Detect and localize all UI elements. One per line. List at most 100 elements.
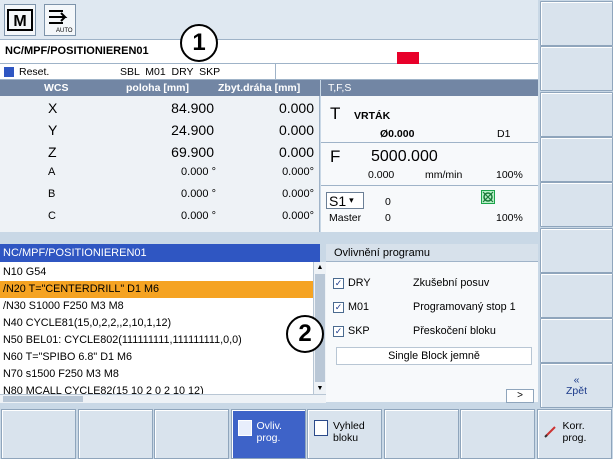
horizontal-softkey-2[interactable] xyxy=(77,409,153,459)
axis-row: Z 69.900 0.000 xyxy=(0,141,320,163)
softkey-korr[interactable]: Korr. prog. xyxy=(536,409,612,459)
axis-distance-to-go: 0.000° xyxy=(282,188,314,200)
spindle-master-value: 0 xyxy=(385,212,391,224)
option-label: Programovaný stop 1 xyxy=(413,301,516,313)
vertical-softkey-4[interactable] xyxy=(540,136,613,182)
program-line[interactable]: N60 T="SPIBO 6.8" D1 M6 xyxy=(3,349,313,366)
axis-name: Z xyxy=(48,144,57,160)
axis-distance-to-go: 0.000 xyxy=(278,122,314,138)
option-code: M01 xyxy=(348,301,370,313)
softkey-vyhled[interactable]: Vyhled bloku xyxy=(307,409,382,459)
option-code: DRY xyxy=(348,277,371,289)
vertical-softkey-6[interactable] xyxy=(540,227,613,273)
callout-1: 1 xyxy=(180,24,218,62)
channel-status-row: Reset. SBL M01 DRY SKP xyxy=(0,64,538,80)
program-line[interactable]: N10 G54 xyxy=(3,264,313,281)
more-button[interactable]: > xyxy=(506,389,534,403)
feed-actual: 0.000 xyxy=(368,169,395,181)
axis-name: X xyxy=(48,100,58,116)
hmi-screen: M AUTO NC/MPF/POSITIONIEREN01 Reset. SBL… xyxy=(0,0,613,459)
vertical-softkey-8[interactable] xyxy=(540,318,613,364)
vertical-softkey-7[interactable] xyxy=(540,272,613,318)
checkbox-skp[interactable]: ✓ xyxy=(333,326,344,337)
axis-row: Y 24.900 0.000 xyxy=(0,119,320,141)
spindle-override: 100% xyxy=(496,212,523,224)
axes-header: WCS poloha [mm] Zbyt.dráha [mm] xyxy=(0,80,320,96)
horizontal-softkey-3[interactable] xyxy=(154,409,229,459)
program-line-selected[interactable]: /N20 T="CENTERDRILL" D1 M6 xyxy=(0,281,313,298)
svg-text:M: M xyxy=(13,13,26,30)
axis-name: Y xyxy=(48,122,58,138)
axis-distance-to-go: 0.000° xyxy=(282,166,314,178)
top-status-bar xyxy=(0,0,538,40)
program-path-row: NC/MPF/POSITIONIEREN01 xyxy=(0,40,538,64)
program-header: NC/MPF/POSITIONIEREN01 xyxy=(0,244,320,262)
vertical-softkey-1[interactable] xyxy=(540,1,613,46)
reset-status: Reset. xyxy=(19,66,50,78)
program-line[interactable]: N40 CYCLE81(15,0,2,2,,2,10,1,12) xyxy=(3,315,313,332)
auto-label: AUTO xyxy=(56,28,73,34)
chevron-down-icon: ▾ xyxy=(349,195,354,205)
horizontal-softkey-1[interactable] xyxy=(1,409,76,459)
vertical-softkey-3[interactable] xyxy=(540,91,613,137)
axis-position: 24.900 xyxy=(171,122,214,138)
program-path: NC/MPF/POSITIONIEREN01 xyxy=(5,45,149,57)
wcs-label: WCS xyxy=(44,82,69,94)
scroll-down-icon[interactable]: ▼ xyxy=(315,384,325,394)
axis-distance-to-go: 0.000 xyxy=(278,100,314,116)
reset-status-icon xyxy=(4,67,14,77)
checkbox-m01[interactable]: ✓ xyxy=(333,302,344,313)
vertical-softkey-2[interactable] xyxy=(540,46,613,92)
axis-distance-to-go: 0.000 xyxy=(278,144,314,160)
axis-name: A xyxy=(48,166,56,178)
axis-position: 0.000 ° xyxy=(181,188,216,200)
program-header-path: NC/MPF/POSITIONIEREN01 xyxy=(3,247,147,259)
auto-mode-icon[interactable]: AUTO xyxy=(44,4,76,36)
spindle-speed: 0 xyxy=(385,196,391,208)
feed-unit: mm/min xyxy=(425,169,463,181)
distance-to-go-header: Zbyt.dráha [mm] xyxy=(218,82,301,94)
tool-d-number: D1 xyxy=(497,128,511,140)
tfs-header: T,F,S xyxy=(321,80,538,96)
option-label: Přeskočení bloku xyxy=(413,325,496,337)
divider xyxy=(275,64,276,80)
back-softkey[interactable]: « Zpět xyxy=(540,363,613,409)
program-line[interactable]: N70 s1500 F250 M3 M8 xyxy=(3,366,313,383)
vertical-softkey-5[interactable] xyxy=(540,182,613,228)
program-control-icon xyxy=(237,420,252,436)
feed-value: 5000.000 xyxy=(371,148,438,165)
softkey-ovliv[interactable]: Ovliv. prog. xyxy=(230,409,306,459)
tool-diameter: Ø0.000 xyxy=(380,128,415,140)
axis-row: A 0.000 ° 0.000° xyxy=(0,163,320,185)
axis-position: 0.000 ° xyxy=(181,166,216,178)
spindle-select[interactable]: S1 ▾ xyxy=(326,192,364,209)
divider xyxy=(321,142,538,143)
spindle-stopped-icon xyxy=(481,190,495,204)
program-control-header: Ovlivnění programu xyxy=(326,244,538,262)
program-line[interactable]: /N30 S1000 F250 M3 M8 xyxy=(3,298,313,315)
axis-row: C 0.000 ° 0.000° xyxy=(0,207,320,229)
program-line[interactable]: N50 BEL01: CYCLE802(111111111,111111111,… xyxy=(3,332,313,349)
horizontal-scroll-thumb[interactable] xyxy=(3,396,83,402)
axis-name: C xyxy=(48,210,56,222)
axis-position: 84.900 xyxy=(171,100,214,116)
alarm-indicator xyxy=(397,52,419,64)
axis-row: B 0.000 ° 0.000° xyxy=(0,185,320,207)
horizontal-softkey-7[interactable] xyxy=(460,409,535,459)
single-block-mode-field[interactable]: Single Block jemně xyxy=(336,347,532,365)
checkbox-dry[interactable]: ✓ xyxy=(333,278,344,289)
option-label: Zkušební posuv xyxy=(413,277,490,289)
horizontal-softkey-6[interactable] xyxy=(383,409,459,459)
program-control-title: Ovlivnění programu xyxy=(334,247,430,259)
tool-label: T xyxy=(330,104,341,123)
axis-position: 69.900 xyxy=(171,144,214,160)
feed-override: 100% xyxy=(496,169,523,181)
machine-icon[interactable]: M xyxy=(4,4,36,36)
option-code: SKP xyxy=(348,325,370,337)
softkey-label: Korr. prog. xyxy=(562,420,587,444)
axis-name: B xyxy=(48,188,56,200)
position-header: poloha [mm] xyxy=(126,82,189,94)
callout-2: 2 xyxy=(286,315,324,353)
scroll-up-icon[interactable]: ▲ xyxy=(315,263,325,273)
horizontal-scrollbar[interactable] xyxy=(0,394,326,403)
